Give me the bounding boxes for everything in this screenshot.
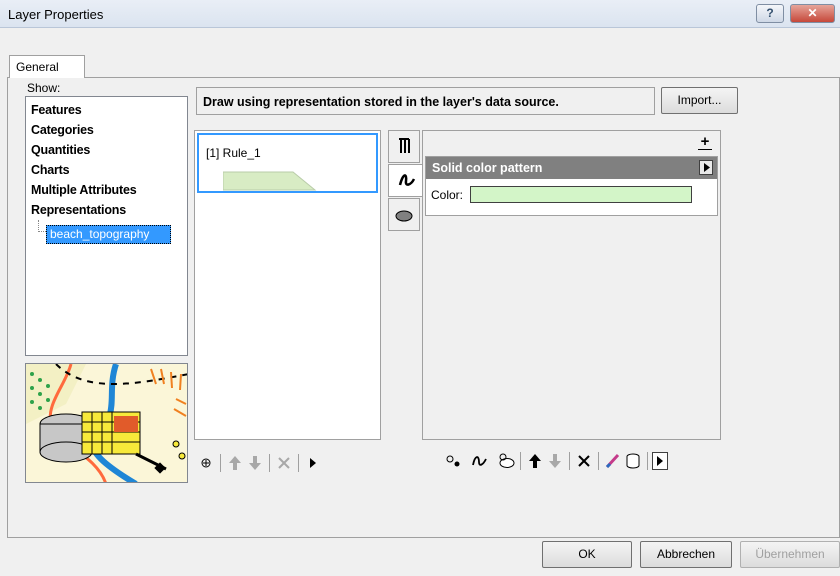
separator [569,452,570,470]
rule-item[interactable]: [1] Rule_1 [197,133,378,193]
move-layer-up-icon[interactable] [525,451,545,471]
show-label: Show: [27,81,61,95]
expand-icon[interactable] [652,452,668,470]
help-button[interactable]: ? [756,4,784,23]
more-icon[interactable] [303,453,323,473]
pattern-header: Solid color pattern [426,157,717,179]
apply-button[interactable]: Übernehmen [740,541,840,568]
symbol-type-tabs [388,130,424,236]
tab-marker[interactable] [388,130,420,163]
color-label: Color: [431,188,464,202]
move-down-icon[interactable] [245,453,265,473]
show-item-quantities[interactable]: Quantities [31,143,90,157]
separator [647,452,648,470]
add-rule-icon[interactable] [196,453,216,473]
move-layer-down-icon[interactable] [545,451,565,471]
representation-description: Draw using representation stored in the … [196,87,655,115]
import-button[interactable]: Import... [661,87,738,114]
tab-general-label: General [16,60,59,74]
cancel-button[interactable]: Abbrechen [640,541,732,568]
marker-symbol-icon [399,138,410,153]
pattern-name: Solid color pattern [432,161,543,175]
show-list[interactable]: Features Categories Quantities Charts Mu… [25,96,188,356]
move-up-icon[interactable] [225,453,245,473]
show-item-representations[interactable]: Representations [31,203,126,217]
close-button[interactable]: ✕ [790,4,835,23]
show-item-categories[interactable]: Categories [31,123,94,137]
rule-preview-icon [223,171,317,191]
pattern-menu-button[interactable] [699,160,713,175]
add-stroke-layer-icon[interactable] [470,451,490,471]
separator [220,454,221,472]
separator [298,454,299,472]
add-fill-layer-icon[interactable] [496,451,516,471]
right-arrow-icon [704,163,710,172]
window-title: Layer Properties [8,7,104,22]
cylinder-icon[interactable] [623,451,643,471]
geometric-effect-icon[interactable] [603,451,623,471]
separator [520,452,521,470]
tab-fill[interactable] [388,198,420,231]
delete-icon[interactable] [274,453,294,473]
symbol-panel: + Solid color pattern Color: [422,130,721,440]
tab-line[interactable] [388,164,424,197]
show-item-beach-topography[interactable]: beach_topography [46,225,171,244]
show-item-features[interactable]: Features [31,103,82,117]
add-marker-layer-icon[interactable] [444,451,464,471]
rules-list[interactable]: [1] Rule_1 [194,130,381,440]
symbol-toolbar [444,450,668,472]
separator [269,454,270,472]
line-symbol-icon [398,174,415,186]
show-item-multiple-attributes[interactable]: Multiple Attributes [31,183,137,197]
rule-toolbar [196,452,323,474]
symbol-layer[interactable]: Solid color pattern Color: [425,156,718,216]
delete-layer-icon[interactable] [574,451,594,471]
rule-label: [1] Rule_1 [206,146,261,160]
tab-general[interactable]: General [9,55,85,78]
tree-connector [38,220,46,232]
ok-button[interactable]: OK [542,541,632,568]
color-swatch[interactable] [470,186,692,203]
representation-preview-icon [26,364,187,482]
title-bar: Layer Properties ? ✕ [0,0,840,28]
fill-symbol-icon [395,210,413,222]
separator [598,452,599,470]
show-item-charts[interactable]: Charts [31,163,70,177]
add-layer-button[interactable]: + [698,134,712,150]
preview-image [25,363,188,483]
